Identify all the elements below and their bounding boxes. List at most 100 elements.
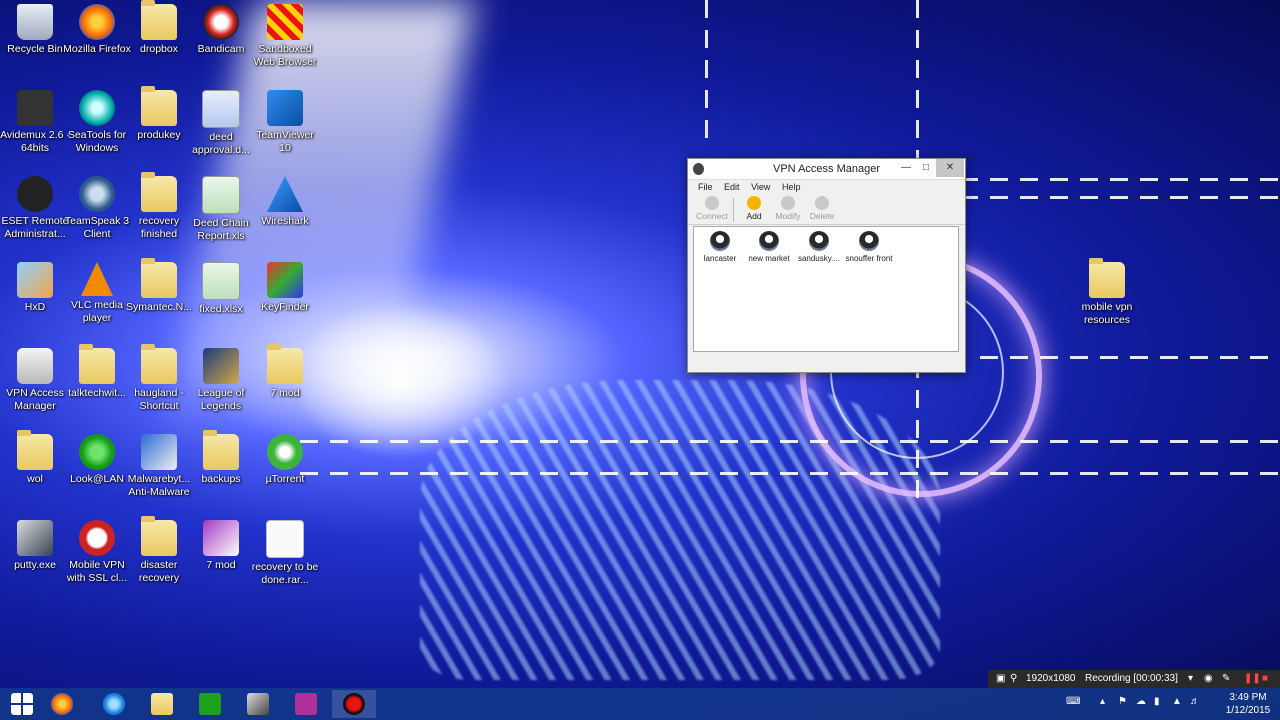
flag-icon[interactable]: ⚑ bbox=[1118, 696, 1127, 707]
menu-edit[interactable]: Edit bbox=[724, 182, 740, 192]
desktop-shortcut[interactable]: Bandicam bbox=[186, 4, 256, 56]
taskbar-store[interactable] bbox=[188, 690, 232, 718]
connection-item[interactable]: new market bbox=[744, 231, 794, 264]
desktop-shortcut[interactable]: talktechwit... bbox=[62, 344, 132, 400]
desktop-shortcut[interactable]: Recycle Bin bbox=[0, 4, 70, 56]
desktop-shortcut[interactable]: Symantec.N... bbox=[124, 258, 194, 314]
desktop-shortcut[interactable]: Avidemux 2.6 - 64bits bbox=[0, 90, 70, 155]
start-button[interactable] bbox=[0, 690, 44, 718]
stop-icon[interactable]: ■ bbox=[1262, 670, 1268, 688]
vpn-access-manager-window[interactable]: VPN Access Manager — □ ✕ File Edit View … bbox=[687, 158, 966, 373]
delete-icon bbox=[815, 196, 829, 210]
desktop-shortcut[interactable]: Malwarebyt... Anti-Malware bbox=[124, 434, 194, 499]
desktop-shortcut[interactable]: backups bbox=[186, 430, 256, 486]
desktop-shortcut[interactable]: produkey bbox=[124, 86, 194, 142]
add-button[interactable]: Add bbox=[738, 196, 770, 221]
desktop-shortcut-label: Deed Chain Report.xls bbox=[193, 217, 249, 242]
connection-item[interactable]: sandusky.... bbox=[794, 231, 844, 264]
taskbar: ⌨ ▴ ⚑ ☁ ▮ ▲ ♬ 3:49 PM 1/12/2015 bbox=[0, 688, 1280, 720]
desktop-shortcut[interactable]: TeamViewer 10 bbox=[250, 90, 320, 155]
lookatlan-icon bbox=[79, 434, 115, 470]
connect-icon bbox=[705, 196, 719, 210]
camera-icon[interactable]: ◉ bbox=[1204, 670, 1213, 688]
taskbar-firefox[interactable] bbox=[40, 690, 84, 718]
desktop-shortcut[interactable]: TeamSpeak 3 Client bbox=[62, 176, 132, 241]
desktop-shortcut[interactable]: disaster recovery bbox=[124, 516, 194, 585]
desktop-shortcut-label: Malwarebyt... Anti-Malware bbox=[127, 473, 191, 498]
desktop-shortcut[interactable]: mobile vpn resources bbox=[1072, 258, 1142, 327]
chevron-up-icon[interactable]: ▴ bbox=[1100, 696, 1105, 707]
menu-help[interactable]: Help bbox=[782, 182, 801, 192]
modify-button[interactable]: Modify bbox=[772, 196, 804, 221]
toolbar-separator bbox=[733, 198, 734, 222]
taskbar-task-manager[interactable] bbox=[236, 690, 280, 718]
taskbar-internet-explorer[interactable] bbox=[92, 690, 136, 718]
desktop-shortcut[interactable]: KeyFinder bbox=[250, 262, 320, 314]
desktop-shortcut[interactable]: Sandboxed Web Browser bbox=[250, 4, 320, 69]
desktop-shortcut-label: haugland - Shortcut bbox=[134, 387, 184, 412]
connect-button[interactable]: Connect bbox=[696, 196, 728, 221]
maximize-button[interactable]: □ bbox=[916, 159, 936, 177]
signal-icon[interactable]: ▲ bbox=[1172, 696, 1182, 707]
taskbar-bandicam[interactable] bbox=[332, 690, 376, 718]
desktop-shortcut[interactable]: Mozilla Firefox bbox=[62, 4, 132, 56]
keyboard-icon[interactable]: ⌨ bbox=[1066, 696, 1080, 707]
close-button[interactable]: ✕ bbox=[936, 159, 964, 177]
desktop-shortcut[interactable]: wol bbox=[0, 430, 70, 486]
clock-time: 3:49 PM bbox=[1229, 692, 1267, 703]
volume-icon[interactable]: ♬ bbox=[1190, 696, 1200, 707]
desktop-shortcut[interactable]: HxD bbox=[0, 262, 70, 314]
utorrent-icon bbox=[267, 434, 303, 470]
desktop-shortcut[interactable]: League of Legends bbox=[186, 348, 256, 413]
search-icon[interactable]: ⚲ bbox=[1010, 670, 1017, 688]
desktop-shortcut[interactable]: SeaTools for Windows bbox=[62, 90, 132, 155]
delete-button[interactable]: Delete bbox=[806, 196, 838, 221]
malwarebytes-icon bbox=[141, 434, 177, 470]
minimize-button[interactable]: — bbox=[896, 159, 916, 177]
desktop-shortcut[interactable]: ESET Remote Administrat... bbox=[0, 176, 70, 241]
taskbar-clock[interactable]: 3:49 PM 1/12/2015 bbox=[1218, 691, 1278, 717]
desktop-shortcut[interactable]: dropbox bbox=[124, 0, 194, 56]
desktop-shortcut[interactable]: µTorrent bbox=[250, 434, 320, 486]
pencil-icon[interactable]: ✎ bbox=[1222, 670, 1230, 688]
desktop-shortcut[interactable]: VPN Access Manager bbox=[0, 348, 70, 413]
desktop-shortcut[interactable]: recovery to be done.rar... bbox=[250, 520, 320, 587]
system-tray: ⌨ ▴ ⚑ ☁ ▮ ▲ ♬ bbox=[1066, 688, 1216, 720]
desktop-shortcut[interactable]: Deed Chain Report.xls bbox=[186, 176, 256, 243]
hxd-icon bbox=[17, 262, 53, 298]
battery-icon[interactable]: ▮ bbox=[1154, 696, 1160, 707]
window-icon[interactable]: ▣ bbox=[996, 670, 1005, 688]
connection-item[interactable]: lancaster bbox=[695, 231, 745, 264]
desktop-shortcut[interactable]: deed approval.d... bbox=[186, 90, 256, 157]
excel-document-icon bbox=[202, 176, 240, 214]
connection-label: new market bbox=[748, 254, 790, 263]
camera-icon bbox=[295, 693, 317, 715]
connection-item[interactable]: snouffer front bbox=[844, 231, 894, 264]
desktop-shortcut-label: SeaTools for Windows bbox=[67, 129, 127, 154]
recording-toolbar: ▣ ⚲ 1920x1080 Recording [00:00:33] ▾ ◉ ✎… bbox=[988, 670, 1280, 688]
taskbar-file-explorer[interactable] bbox=[140, 690, 184, 718]
desktop-shortcut[interactable]: Mobile VPN with SSL cl... bbox=[62, 520, 132, 585]
desktop-shortcut[interactable]: recovery finished bbox=[124, 172, 194, 241]
chevron-down-icon[interactable]: ▾ bbox=[1188, 670, 1193, 688]
desktop-shortcut[interactable]: haugland - Shortcut bbox=[124, 344, 194, 413]
desktop-shortcut[interactable]: Wireshark bbox=[250, 176, 320, 228]
desktop-shortcut[interactable]: putty.exe bbox=[0, 520, 70, 572]
store-icon bbox=[199, 693, 221, 715]
desktop-shortcut[interactable]: 7 mod bbox=[250, 344, 320, 400]
window-titlebar[interactable]: VPN Access Manager — □ ✕ bbox=[688, 159, 965, 180]
modify-icon bbox=[781, 196, 795, 210]
desktop-shortcut[interactable]: VLC media player bbox=[62, 262, 132, 325]
network-icon[interactable]: ☁ bbox=[1136, 696, 1146, 707]
menu-file[interactable]: File bbox=[698, 182, 713, 192]
vpn-lock-icon bbox=[809, 231, 829, 251]
menu-view[interactable]: View bbox=[751, 182, 770, 192]
desktop-shortcut[interactable]: Look@LAN bbox=[62, 434, 132, 486]
vpn-lock-icon bbox=[710, 231, 730, 251]
desktop-shortcut[interactable]: 7 mod bbox=[186, 520, 256, 572]
toolbar: Connect Add Modify Delete bbox=[688, 194, 965, 225]
desktop-shortcut[interactable]: fixed.xlsx bbox=[186, 262, 256, 316]
folder-icon bbox=[17, 430, 53, 470]
pause-icon[interactable]: ❚❚ bbox=[1244, 670, 1261, 688]
taskbar-camera[interactable] bbox=[284, 690, 328, 718]
